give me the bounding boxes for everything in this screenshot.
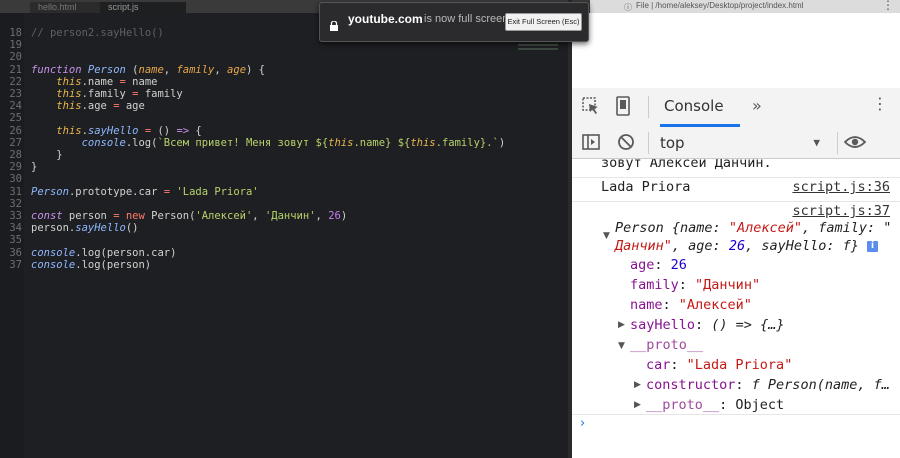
fullscreen-message: is now full screen: [424, 13, 509, 25]
line-number: 22: [9, 75, 22, 88]
line-number: 20: [9, 51, 22, 64]
code-line[interactable]: Person.prototype.car = 'Lada Priora': [31, 186, 259, 198]
context-value: top: [660, 134, 685, 152]
line-number: 37: [9, 258, 22, 271]
dropdown-caret-icon: ▼: [813, 136, 820, 149]
context-selector[interactable]: top ▼: [652, 132, 830, 154]
code-line[interactable]: person.sayHello(): [31, 222, 139, 234]
source-link[interactable]: script.js:37: [792, 203, 890, 219]
expand-triangle-icon[interactable]: ▶: [634, 400, 641, 410]
property-name: name: "Алексей": [630, 297, 752, 313]
line-number: 25: [9, 112, 22, 125]
line-gutter: 18 19 20 21 22 23 24 25 26 27 28 29 30 31 32 33 34 35 36 37: [0, 13, 24, 458]
console-message: script.js:37 ▼ Person {name: "Алексей", …: [572, 201, 900, 415]
tab-console[interactable]: Console: [664, 97, 724, 115]
line-number: 33: [9, 210, 22, 222]
console-message-text: Lada Priora: [601, 179, 691, 195]
code-line[interactable]: }: [31, 149, 62, 161]
console-message: зовут Алексей Данчин.: [572, 159, 900, 178]
minimap[interactable]: [518, 40, 558, 56]
line-number: 18: [9, 27, 22, 39]
code-line[interactable]: }: [31, 161, 37, 173]
info-icon[interactable]: ⓘ: [624, 2, 632, 13]
editor-tab-hello-html[interactable]: hello.html: [30, 2, 106, 13]
code-line[interactable]: this.name = name: [31, 76, 157, 88]
code-line[interactable]: this.age = age: [31, 100, 145, 112]
line-number: 27: [9, 136, 22, 149]
lock-icon: [330, 16, 338, 31]
active-tab-indicator: [660, 124, 740, 127]
property-proto-object[interactable]: __proto__: Object: [646, 397, 784, 413]
code-editor[interactable]: 18 19 20 21 22 23 24 25 26 27 28 29 30 31 32 33 34 35 36 37…: [0, 13, 568, 458]
console-toolbar: top ▼: [572, 128, 900, 159]
browser-menu-icon[interactable]: ⋮: [882, 0, 894, 12]
property-family: family: "Данчин": [630, 277, 761, 293]
object-summary-line2[interactable]: Данчин", age: 26, sayHello: f} i: [615, 238, 879, 254]
expand-triangle-icon[interactable]: ▼: [618, 341, 625, 351]
device-toolbar-icon[interactable]: [616, 96, 630, 116]
property-constructor[interactable]: constructor: f Person(name, f…: [646, 377, 890, 393]
divider: [648, 132, 649, 154]
code-line[interactable]: // person2.sayHello(): [31, 27, 164, 39]
eye-icon[interactable]: [843, 134, 867, 150]
line-number: 21: [9, 63, 22, 76]
line-number: 31: [9, 185, 22, 198]
object-summary-line1[interactable]: Person {name: "Алексей", family: ": [615, 220, 891, 236]
code-line[interactable]: console.log(`Всем привет! Меня зовут ${t…: [31, 137, 506, 149]
sidebar-toggle-icon[interactable]: [582, 134, 600, 150]
editor-tab-script-js[interactable]: script.js: [100, 2, 186, 13]
console-message: Lada Priora script.js:36: [572, 177, 900, 202]
info-badge-icon[interactable]: i: [867, 240, 879, 252]
divider: [837, 132, 838, 154]
code-line[interactable]: console.log(person.car): [31, 247, 176, 259]
clear-console-icon[interactable]: [617, 133, 635, 151]
browser-address-bar[interactable]: ⓘ File | /home/aleksey/Desktop/project/i…: [590, 0, 900, 13]
line-number: 23: [9, 88, 22, 100]
divider: [648, 96, 649, 118]
line-number: 28: [9, 149, 22, 161]
property-age: age: 26: [630, 257, 687, 273]
property-proto[interactable]: __proto__: [630, 337, 703, 353]
property-car: car: "Lada Priora": [646, 357, 793, 373]
line-number: 32: [9, 197, 22, 210]
line-number: 30: [9, 173, 22, 186]
line-number: 36: [9, 246, 22, 259]
code-line[interactable]: this.sayHello = () => {: [31, 125, 201, 137]
line-number: 26: [9, 124, 22, 137]
console-message-text: зовут Алексей Данчин.: [601, 159, 772, 171]
fullscreen-site: youtube.com: [348, 12, 423, 26]
expand-triangle-icon[interactable]: ▶: [634, 380, 641, 390]
more-tabs-icon[interactable]: »: [752, 96, 762, 115]
line-number: 34: [9, 222, 22, 235]
inspect-element-icon[interactable]: [582, 97, 600, 115]
code-line[interactable]: this.family = family: [31, 88, 182, 100]
code-line[interactable]: const person = new Person('Алексей', 'Да…: [31, 210, 347, 222]
page-area: [572, 13, 900, 88]
code-line[interactable]: function Person (name, family, age) {: [31, 64, 265, 76]
line-number: 35: [9, 234, 22, 247]
console-prompt-icon[interactable]: ›: [580, 416, 585, 431]
line-number: 19: [9, 39, 22, 52]
expand-triangle-icon[interactable]: ▶: [618, 320, 625, 330]
property-sayhello[interactable]: sayHello: () => {…}: [630, 317, 784, 333]
devtools-panel: Console » ⋮ top ▼ зовут Алексей Данчин. …: [572, 13, 900, 458]
fullscreen-notice: youtube.com is now full screen Exit Full…: [319, 2, 589, 42]
code-line[interactable]: console.log(person): [31, 259, 151, 271]
devtools-tab-bar: Console » ⋮: [572, 88, 900, 129]
source-link[interactable]: script.js:36: [792, 179, 890, 195]
line-number: 24: [9, 100, 22, 113]
console-output: зовут Алексей Данчин. Lada Priora script…: [572, 159, 900, 458]
line-number: 29: [9, 161, 22, 174]
address-url: File | /home/aleksey/Desktop/project/ind…: [636, 1, 804, 10]
expand-triangle-icon[interactable]: ▼: [603, 231, 610, 241]
devtools-menu-icon[interactable]: ⋮: [872, 94, 888, 113]
exit-fullscreen-button[interactable]: Exit Full Screen (Esc): [505, 13, 582, 31]
